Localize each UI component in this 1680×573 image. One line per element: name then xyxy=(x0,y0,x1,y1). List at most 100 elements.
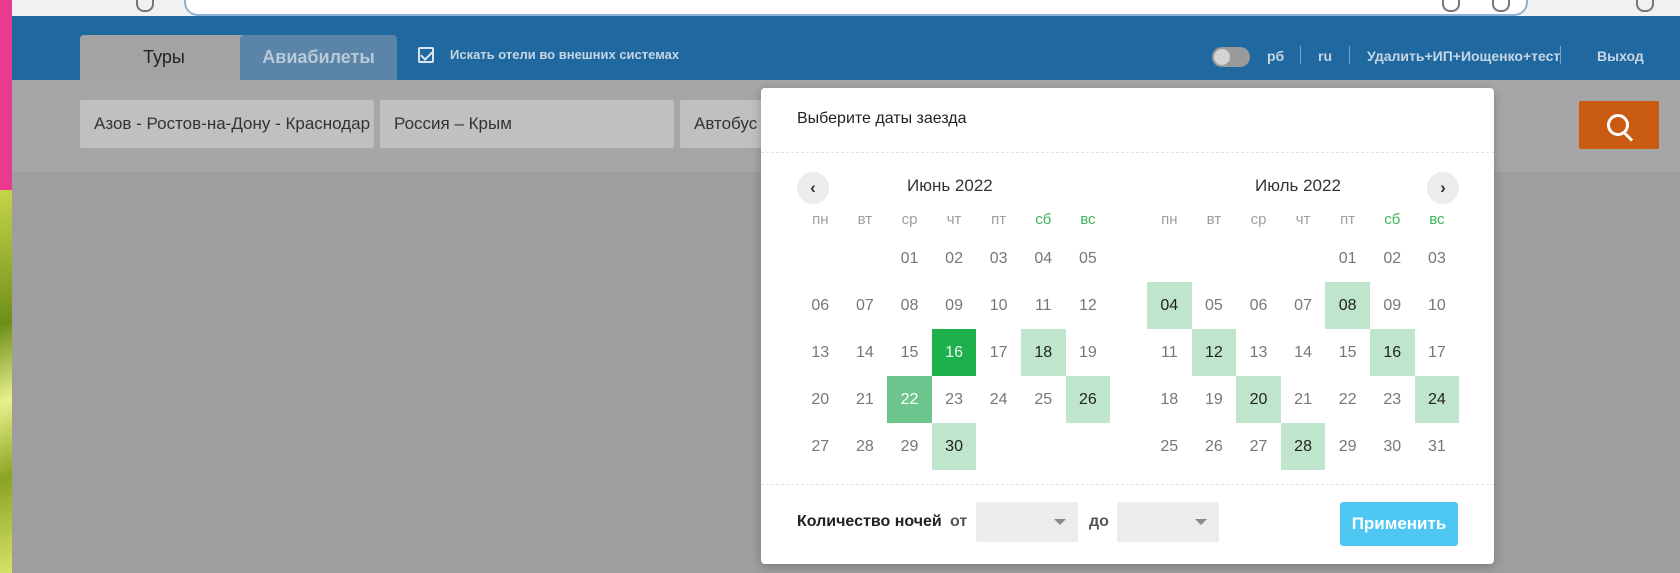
weekday-header: чт xyxy=(946,210,962,228)
user-account-link[interactable]: Удалить+ИП+Иощенко+тест xyxy=(1367,48,1560,64)
calendar-july: пн вт ср чт пт сб вс 01 02 03 04 05 06 07 08 09 10 11 12 13… xyxy=(1147,203,1470,470)
browser-toolbar xyxy=(12,0,1680,16)
nights-label: Количество ночей xyxy=(797,513,942,530)
calendar-day: 25 xyxy=(1034,390,1053,408)
calendar-day: 26 xyxy=(1204,437,1223,455)
nights-from-label: от xyxy=(950,513,968,530)
desktop-wallpaper-strip xyxy=(0,190,12,573)
calendar-day-available[interactable]: 16 xyxy=(1369,329,1415,376)
calendar-day: 15 xyxy=(900,343,919,361)
weekday-header: сб xyxy=(1035,210,1052,228)
month-title-june: Июнь 2022 xyxy=(907,176,993,195)
calendar-day-available[interactable]: 20 xyxy=(1236,376,1281,423)
calendar-day: 17 xyxy=(1427,343,1446,361)
calendar-day-available[interactable]: 18 xyxy=(1020,329,1066,376)
divider xyxy=(1349,46,1350,64)
calendar-day: 20 xyxy=(811,390,830,408)
departure-city-field[interactable]: Азов - Ростов-на-Дону - Краснодар xyxy=(80,100,374,148)
divider xyxy=(761,152,1494,153)
calendar-day: 11 xyxy=(1160,343,1178,361)
reload-icon[interactable] xyxy=(136,0,154,12)
next-month-button[interactable]: › xyxy=(1427,172,1459,204)
nights-to-select[interactable] xyxy=(1117,502,1219,542)
apply-button[interactable]: Применить xyxy=(1340,502,1458,546)
calendar-day: 27 xyxy=(1249,437,1268,455)
calendar-day: 10 xyxy=(1427,296,1446,314)
calendar-day: 18 xyxy=(1160,390,1179,408)
weekday-header: вс xyxy=(1080,210,1096,228)
calendar-day: 05 xyxy=(1204,296,1223,314)
calendar-day: 13 xyxy=(811,343,830,361)
calendar-day: 21 xyxy=(855,390,874,408)
calendar-day: 14 xyxy=(855,343,874,361)
calendar-day: 30 xyxy=(1383,437,1402,455)
calendar-day: 11 xyxy=(1034,296,1052,314)
picker-title: Выберите даты заезда xyxy=(797,110,967,127)
logout-link[interactable]: Выход xyxy=(1597,48,1644,64)
calendar-day: 03 xyxy=(989,249,1008,267)
nights-to-label: до xyxy=(1089,513,1109,530)
calendar-day: 01 xyxy=(900,249,919,267)
calendar-day: 09 xyxy=(945,296,963,314)
weekday-header: сб xyxy=(1384,210,1401,228)
toggle-knob xyxy=(1214,49,1230,65)
external-search-checkbox[interactable] xyxy=(418,47,434,63)
chevron-down-icon xyxy=(1195,519,1207,525)
calendar-day-available[interactable]: 30 xyxy=(931,423,977,470)
calendar-day: 03 xyxy=(1427,249,1446,267)
calendar-day-selected[interactable]: 16 xyxy=(931,329,977,376)
profile-avatar-icon[interactable] xyxy=(1636,0,1654,12)
calendar-day: 23 xyxy=(945,390,963,408)
calendar-day-available[interactable]: 24 xyxy=(1414,376,1460,423)
calendar-day: 09 xyxy=(1383,296,1402,314)
destination-field[interactable]: Россия – Крым xyxy=(380,100,674,148)
address-bar[interactable] xyxy=(184,0,1528,16)
calendar-day: 07 xyxy=(1294,296,1312,314)
calendar-day: 28 xyxy=(855,437,874,455)
link-ru[interactable]: ru xyxy=(1318,48,1332,64)
calendar-day: 17 xyxy=(989,343,1008,361)
calendar-day: 22 xyxy=(1338,390,1357,408)
external-search-label: Искать отели во внешних системах xyxy=(450,47,680,62)
month-title-july: Июль 2022 xyxy=(1255,176,1341,195)
calendar-day-available[interactable]: 22 xyxy=(887,376,932,423)
tab-flights[interactable]: Авиабилеты xyxy=(240,35,397,80)
weekday-header: пн xyxy=(812,210,829,228)
desktop-strip-pink xyxy=(0,0,12,190)
date-picker-modal: Выберите даты заезда ‹ › Июнь 2022 Июль … xyxy=(761,88,1494,564)
search-icon-handle xyxy=(1623,132,1634,142)
theme-toggle[interactable] xyxy=(1212,47,1250,67)
tab-tours[interactable]: Туры xyxy=(80,35,248,80)
calendar-day: 15 xyxy=(1338,343,1357,361)
weekday-header: пт xyxy=(991,210,1007,228)
nights-from-select[interactable] xyxy=(976,502,1078,542)
link-by[interactable]: рб xyxy=(1267,48,1284,64)
calendar-day: 27 xyxy=(811,437,830,455)
weekday-header: ср xyxy=(1250,210,1267,228)
calendar-day-available[interactable]: 04 xyxy=(1147,282,1192,329)
prev-month-button[interactable]: ‹ xyxy=(797,172,829,204)
weekday-header: чт xyxy=(1295,210,1311,228)
calendar-day: 29 xyxy=(900,437,919,455)
weekday-header: пт xyxy=(1340,210,1356,228)
search-button[interactable] xyxy=(1579,101,1659,149)
calendar-day: 19 xyxy=(1078,343,1097,361)
calendar-day: 25 xyxy=(1160,437,1179,455)
calendar-day: 06 xyxy=(811,296,830,314)
calendar-june: пн вт ср чт пт сб вс 01 02 03 04 05 06 07 08 09 10 11 12 13… xyxy=(798,203,1121,470)
calendar-day: 01 xyxy=(1338,249,1357,267)
chevron-right-icon: › xyxy=(1440,178,1446,197)
weekday-header: пн xyxy=(1161,210,1178,228)
calendar-day: 14 xyxy=(1294,343,1312,361)
calendar-day-available[interactable]: 12 xyxy=(1191,329,1237,376)
weekday-header: ср xyxy=(901,210,918,228)
calendar-day: 10 xyxy=(989,296,1008,314)
calendar-day-available[interactable]: 08 xyxy=(1325,282,1370,329)
calendar-day-available[interactable]: 26 xyxy=(1065,376,1111,423)
calendar-day-available[interactable]: 28 xyxy=(1280,423,1326,470)
calendar-day: 23 xyxy=(1383,390,1402,408)
calendar-day: 06 xyxy=(1249,296,1268,314)
top-header: Туры Авиабилеты Искать отели во внешних … xyxy=(12,16,1680,80)
weekday-header: вт xyxy=(1206,210,1222,228)
weekday-header: вт xyxy=(857,210,873,228)
